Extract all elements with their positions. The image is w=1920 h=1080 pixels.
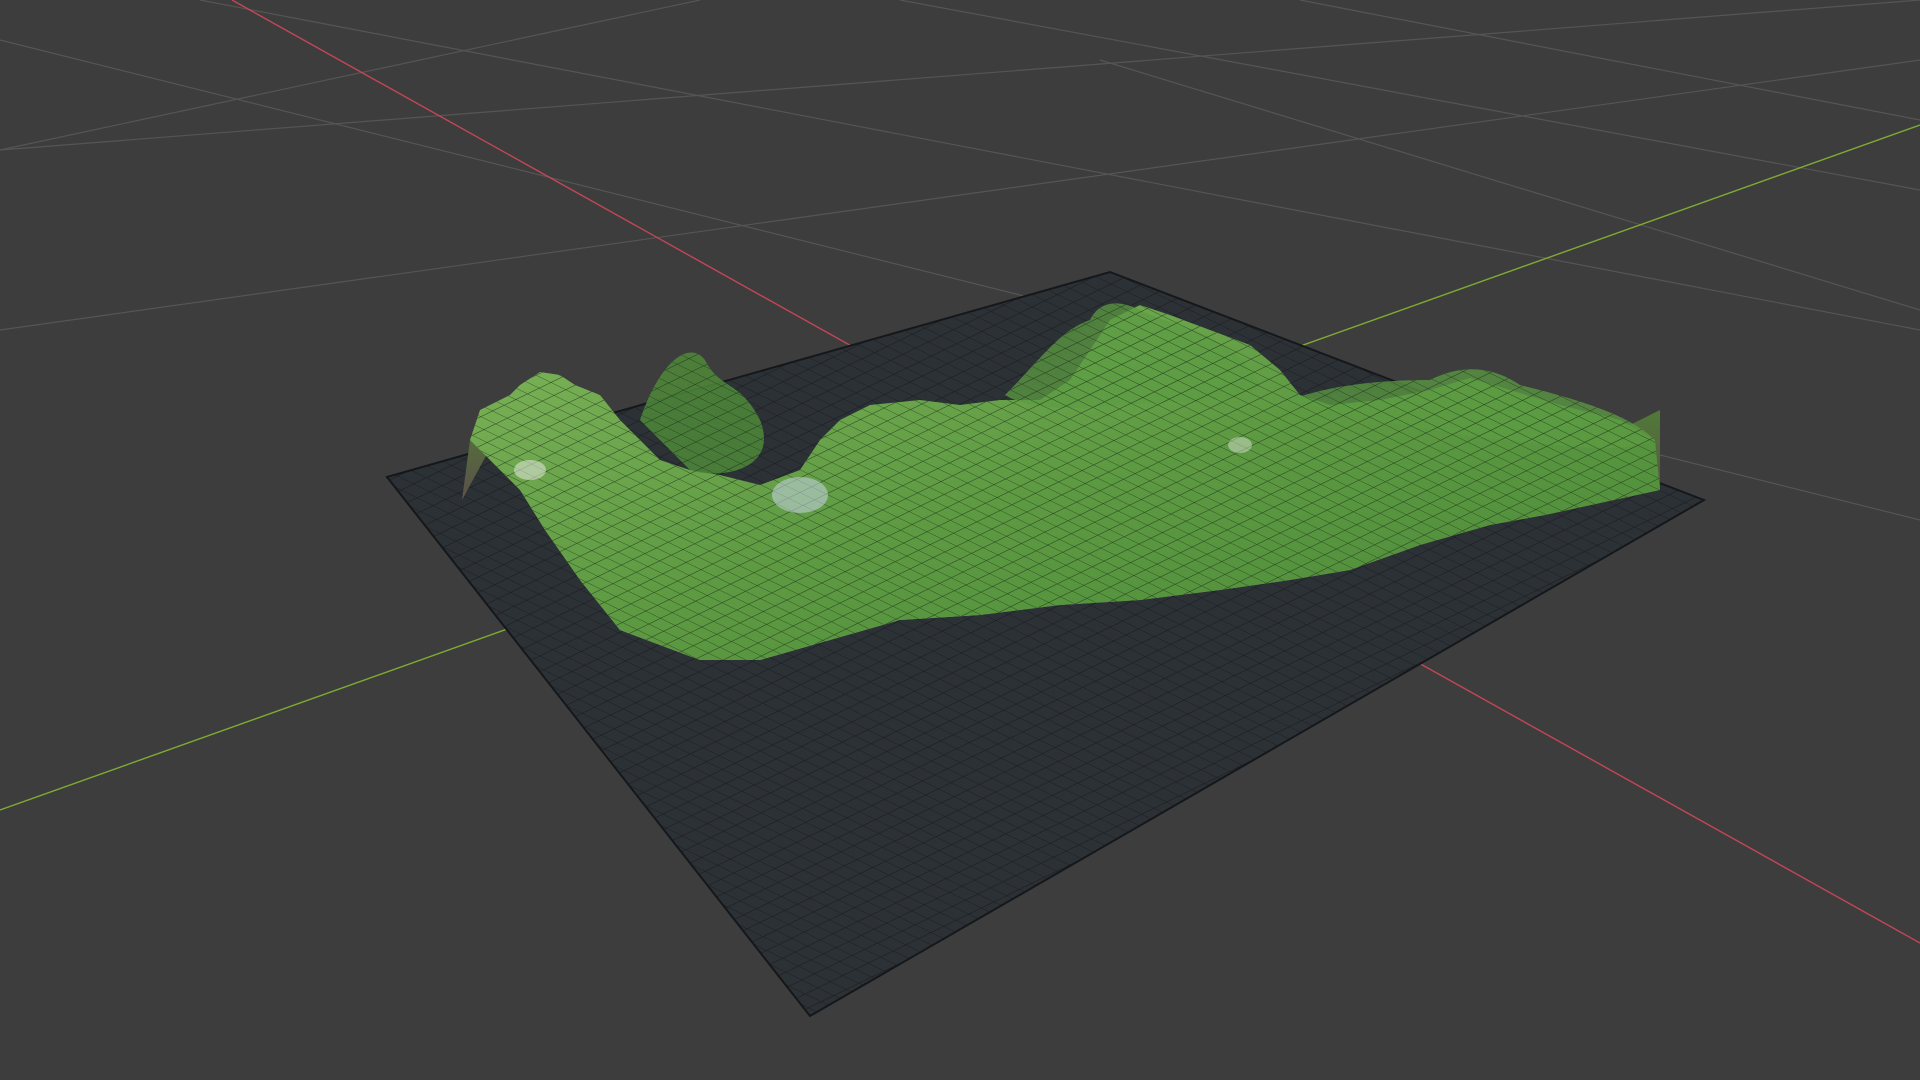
- floor-grid-line: [199, 0, 1920, 331]
- terrain-snow-patch: [1228, 437, 1252, 453]
- terrain-snow-patch: [514, 460, 546, 480]
- floor-grid-line: [0, 0, 1920, 151]
- floor-grid-line: [1299, 0, 1920, 121]
- 3d-viewport[interactable]: [0, 0, 1920, 1080]
- floor-grid-line: [0, 59, 1920, 331]
- terrain-snow-patch: [772, 477, 828, 513]
- floor-grid-line: [1099, 59, 1920, 311]
- floor-grid-line: [899, 0, 1920, 191]
